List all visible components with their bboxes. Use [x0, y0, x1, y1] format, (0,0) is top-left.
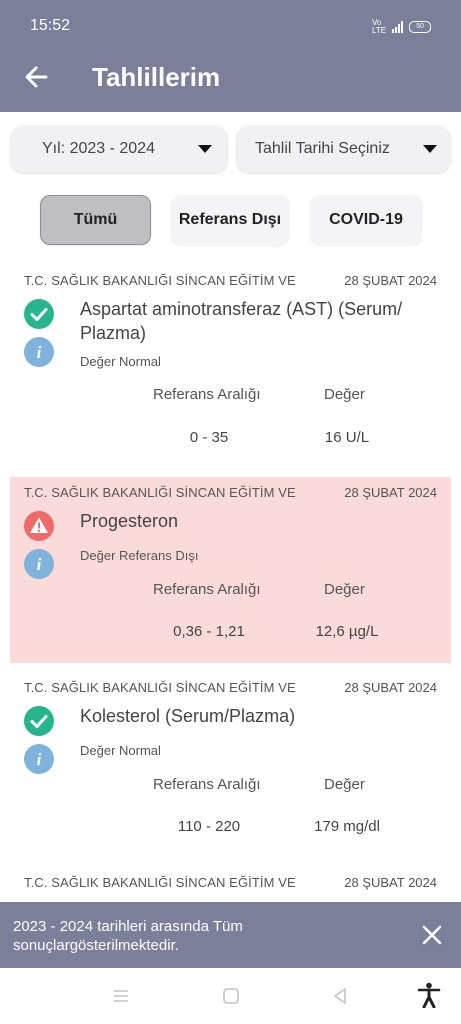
result-status-text: Değer Normal [80, 743, 161, 758]
result-test-name: Progesteron [80, 511, 179, 531]
value-label: Değer [324, 776, 365, 793]
caret-down-icon [423, 145, 437, 153]
snackbar-message: 2023 - 2024 tarihleri arasında Tüm sonuç… [13, 918, 243, 954]
result-date: 28 ŞUBAT 2024 [344, 875, 437, 890]
check-circle-icon [24, 299, 54, 329]
value-label: Değer [324, 581, 365, 598]
result-test-name: Kolesterol (Serum/Plazma) [80, 706, 296, 726]
result-value: 179 mg/dl [314, 818, 380, 835]
app-bar: Tahlillerim [0, 42, 461, 112]
warning-icon [24, 511, 54, 541]
value-label: Değer [324, 386, 365, 403]
info-icon[interactable]: i [24, 744, 54, 774]
menu-icon[interactable] [111, 986, 131, 1006]
snackbar: 2023 - 2024 tarihleri arasında Tüm sonuç… [0, 902, 461, 968]
filter-all-button[interactable]: Tümü [40, 195, 151, 245]
test-date-dropdown[interactable]: Tahlil Tarihi Seçiniz [236, 125, 451, 173]
reference-range-value: 110 - 220 [177, 818, 241, 835]
reference-range-label: Referans Aralığı [153, 386, 261, 403]
year-dropdown[interactable]: Yıl: 2023 - 2024 [10, 125, 228, 173]
year-dropdown-label: Yıl: 2023 - 2024 [42, 140, 155, 157]
svg-text:i: i [37, 750, 42, 769]
result-value: 12,6 µg/L [315, 623, 379, 640]
arrow-left-icon [25, 66, 48, 88]
result-status-text: Değer Normal [80, 354, 161, 369]
result-test-name: Aspartat aminotransferaz (AST) (Serum/ P… [80, 299, 403, 343]
result-date: 28 ŞUBAT 2024 [344, 273, 437, 288]
result-card[interactable]: T.C. SAĞLIK BAKANLIĞI SİNCAN EĞİTİM VE 2… [10, 477, 451, 663]
page-title: Tahlillerim [92, 62, 221, 92]
result-hospital: T.C. SAĞLIK BAKANLIĞI SİNCAN EĞİTİM VE [24, 485, 296, 500]
result-date: 28 ŞUBAT 2024 [344, 485, 437, 500]
svg-text:i: i [37, 555, 42, 574]
filter-covid19-button[interactable]: COVID-19 [310, 195, 422, 245]
battery-icon: 50 [409, 21, 431, 33]
accessibility-icon[interactable] [417, 982, 441, 1008]
info-icon[interactable]: i [24, 549, 54, 579]
reference-range-value: 0,36 - 1,21 [173, 623, 245, 640]
status-icons: Vo LTE 50 [372, 19, 431, 35]
result-hospital: T.C. SAĞLIK BAKANLIĞI SİNCAN EĞİTİM VE [24, 875, 296, 890]
network-label: Vo LTE [372, 18, 387, 35]
battery-level: 50 [416, 23, 424, 30]
system-nav-bar [0, 968, 461, 1024]
status-bar: 15:52 Vo LTE 50 [0, 0, 461, 42]
result-value: 16 U/L [324, 429, 370, 446]
home-icon[interactable] [221, 986, 241, 1006]
reference-range-label: Referans Aralığı [153, 776, 261, 793]
signal-icon [392, 21, 403, 33]
test-date-dropdown-label: Tahlil Tarihi Seçiniz [255, 140, 390, 157]
back-triangle-icon[interactable] [330, 986, 350, 1006]
status-time: 15:52 [30, 17, 71, 34]
reference-range-value: 0 - 35 [189, 429, 229, 446]
close-icon[interactable] [421, 924, 443, 946]
result-status-text: Değer Referans Dışı [80, 548, 199, 563]
caret-down-icon [198, 145, 212, 153]
result-card[interactable]: T.C. SAĞLIK BAKANLIĞI SİNCAN EĞİTİM VE 2… [10, 265, 451, 470]
result-hospital: T.C. SAĞLIK BAKANLIĞI SİNCAN EĞİTİM VE [24, 273, 296, 288]
back-button[interactable] [20, 60, 54, 94]
result-card[interactable]: T.C. SAĞLIK BAKANLIĞI SİNCAN EĞİTİM VE 2… [10, 867, 451, 902]
svg-text:i: i [37, 343, 42, 362]
result-hospital: T.C. SAĞLIK BAKANLIĞI SİNCAN EĞİTİM VE [24, 680, 296, 695]
result-date: 28 ŞUBAT 2024 [344, 680, 437, 695]
filter-out-of-reference-button[interactable]: Referans Dışı [171, 195, 289, 245]
info-icon[interactable]: i [24, 337, 54, 367]
result-card[interactable]: T.C. SAĞLIK BAKANLIĞI SİNCAN EĞİTİM VE 2… [10, 672, 451, 858]
check-circle-icon [24, 706, 54, 736]
reference-range-label: Referans Aralığı [153, 581, 261, 598]
